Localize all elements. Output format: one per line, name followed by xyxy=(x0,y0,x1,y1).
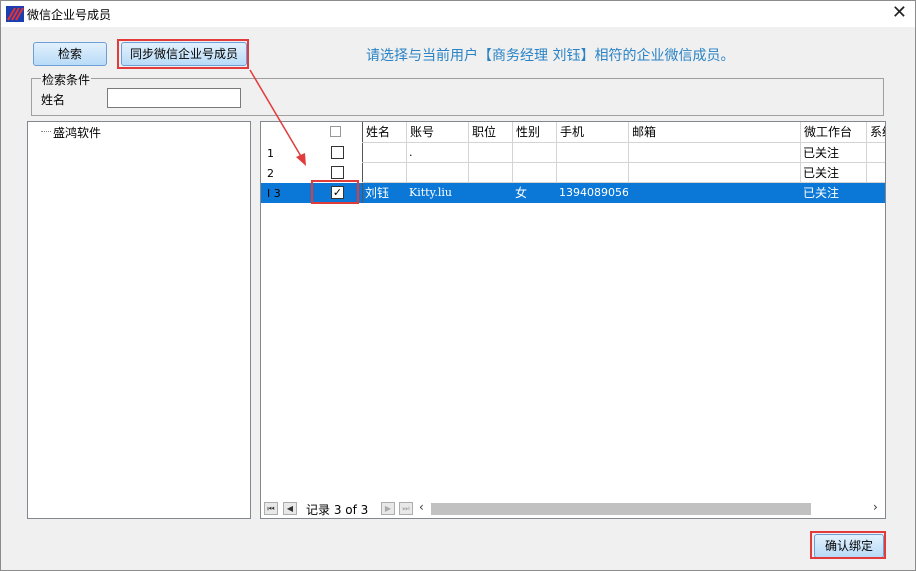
record-navigator: ⏮ ◀ 记录 3 of 3 ▶ ⏭ ‹ › xyxy=(261,500,885,518)
cell-workbench: 已关注 xyxy=(803,146,840,160)
cell-position xyxy=(468,143,512,163)
horizontal-scrollbar[interactable] xyxy=(431,503,811,515)
cell-account xyxy=(406,163,468,183)
tree-connector xyxy=(41,131,51,132)
title-bar: 微信企业号成员 ✕ xyxy=(1,1,915,27)
search-button[interactable]: 检索 xyxy=(33,42,107,66)
column-header-phone[interactable]: 手机 xyxy=(556,122,628,142)
checkbox-highlight xyxy=(311,180,359,204)
cell-phone xyxy=(556,143,628,163)
select-all-checkbox[interactable] xyxy=(330,126,341,137)
column-header-name[interactable]: 姓名 xyxy=(362,122,406,142)
column-header-gender[interactable]: 性别 xyxy=(512,122,556,142)
last-record-icon[interactable]: ⏭ xyxy=(399,502,413,515)
grid-line xyxy=(512,122,513,183)
cell-phone: 13940890566 xyxy=(559,186,628,199)
grid-line xyxy=(628,122,629,183)
table-row[interactable]: 1 . 已关注 xyxy=(261,143,885,163)
column-header-workbench[interactable]: 微工作台 xyxy=(800,122,866,142)
cell-name xyxy=(362,143,406,163)
grid-line xyxy=(362,162,885,163)
row-number: 2 xyxy=(267,167,274,180)
cell-gender: 女 xyxy=(515,186,528,200)
first-record-icon[interactable]: ⏮ xyxy=(264,502,278,515)
next-record-icon[interactable]: ▶ xyxy=(381,502,395,515)
grid-line xyxy=(800,122,801,183)
prev-record-icon[interactable]: ◀ xyxy=(283,502,297,515)
org-tree[interactable]: 盛鸿软件 xyxy=(27,121,251,519)
cell-name: 刘钰 xyxy=(365,186,390,200)
row-number: I 3 xyxy=(267,187,281,200)
cell-email xyxy=(628,183,800,203)
tree-node-root[interactable]: 盛鸿软件 xyxy=(53,124,101,141)
grid-line xyxy=(468,122,469,183)
cell-gender xyxy=(512,143,556,163)
cell-account: Kitty.liu xyxy=(409,186,452,199)
cell-gender xyxy=(512,163,556,183)
grid-line xyxy=(362,182,885,183)
scroll-right-icon[interactable]: › xyxy=(873,500,878,514)
cell-workbench: 已关注 xyxy=(803,186,840,200)
cell-system xyxy=(866,143,885,163)
cell-account: . xyxy=(409,146,413,159)
column-header-email[interactable]: 邮箱 xyxy=(628,122,800,142)
name-label: 姓名 xyxy=(41,93,66,107)
column-header-position[interactable]: 职位 xyxy=(468,122,512,142)
close-icon[interactable]: ✕ xyxy=(892,4,907,22)
dialog-window: 微信企业号成员 ✕ 检索 同步微信企业号成员 请选择与当前用户【商务经理 刘钰】… xyxy=(0,0,916,571)
cell-system xyxy=(866,183,885,203)
cell-position xyxy=(468,183,512,203)
name-input[interactable] xyxy=(107,88,241,108)
cell-workbench: 已关注 xyxy=(803,166,840,180)
grid-line xyxy=(362,142,885,143)
app-icon xyxy=(6,6,24,22)
cell-email xyxy=(628,163,800,183)
scroll-left-icon[interactable]: ‹ xyxy=(419,500,424,514)
grid-line xyxy=(866,122,867,183)
row-checkbox[interactable] xyxy=(331,146,344,159)
cell-name xyxy=(362,163,406,183)
criteria-legend: 检索条件 xyxy=(41,71,92,88)
row-number: 1 xyxy=(267,147,274,160)
grid-line xyxy=(406,122,407,183)
grid-line xyxy=(556,122,557,183)
cell-email xyxy=(628,143,800,163)
record-counter: 记录 3 of 3 xyxy=(306,503,369,517)
confirm-button-highlight xyxy=(810,531,886,559)
cell-phone xyxy=(556,163,628,183)
window-title: 微信企业号成员 xyxy=(27,8,112,22)
column-header-account[interactable]: 账号 xyxy=(406,122,468,142)
hint-text: 请选择与当前用户【商务经理 刘钰】相符的企业微信成员。 xyxy=(366,48,735,64)
cell-system xyxy=(866,163,885,183)
column-header-system[interactable]: 系统 xyxy=(866,122,885,142)
row-checkbox[interactable] xyxy=(331,166,344,179)
cell-position xyxy=(468,163,512,183)
sync-button-highlight xyxy=(117,39,249,69)
